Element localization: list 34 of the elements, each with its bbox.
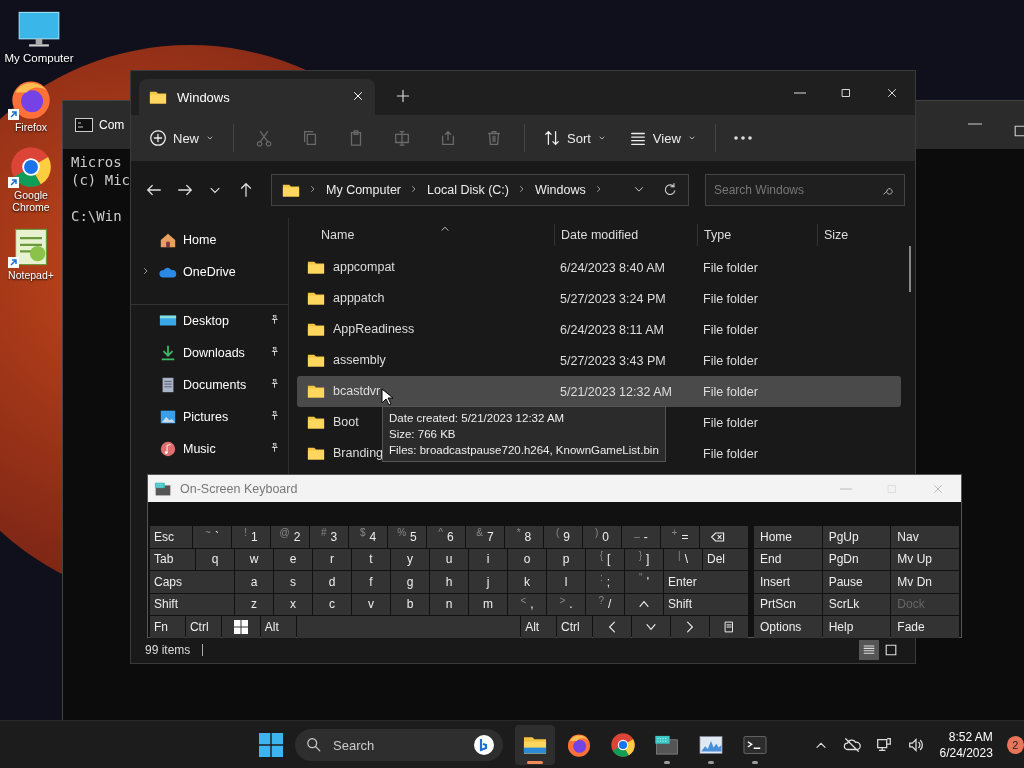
date-cell-text: 5/27/2023 3:24 PM (559, 291, 667, 306)
file-name: apppatch (333, 291, 385, 306)
date-cell-text: 5/27/2023 3:43 PM (559, 353, 667, 368)
type-cell-text: File folder (702, 260, 759, 275)
tooltip-line: Date created: 5/21/2023 12:32 AM (389, 411, 566, 426)
date-cell-text: 5/21/2023 12:32 AM (559, 384, 673, 399)
type-cell-text: File folder (702, 291, 759, 306)
console-prompt: C:\Win (71, 207, 122, 225)
type-cell-text: File folder (702, 446, 759, 461)
file-name: appcompat (333, 260, 395, 275)
file-name: Branding (333, 446, 384, 461)
type-cell-text: File folder (702, 322, 759, 337)
date-cell-text: 6/24/2023 8:40 AM (559, 260, 666, 275)
nav-item-label: Pictures (183, 410, 229, 424)
nav-item-label: Desktop (183, 314, 229, 328)
nav-item-label: Music (183, 442, 216, 456)
window-title: On-Screen Keyboard (180, 481, 298, 496)
type-cell-text: File folder (702, 415, 759, 430)
console-line: Micros (71, 153, 122, 171)
item-count: 99 items (145, 643, 191, 657)
file-name: assembly (333, 353, 386, 368)
file-name: AppReadiness (333, 322, 415, 337)
type-cell-text: File folder (702, 384, 759, 399)
file-name: bcastdvr (333, 384, 381, 399)
tooltip-line: Files: broadcastpause720.h264, KnownGameList.bin (389, 443, 659, 458)
tooltip-line: Size: 766 KB (389, 427, 457, 442)
nav-item-label: Home (183, 233, 217, 247)
type-cell-text: File folder (702, 353, 759, 368)
nav-item-label: OneDrive (183, 265, 236, 279)
file-name: Boot (333, 415, 359, 430)
console-line: (c) Mic (71, 171, 130, 189)
date-cell-text: 6/24/2023 8:11 AM (559, 322, 666, 337)
nav-item-label: Documents (183, 378, 247, 392)
nav-item-label: Downloads (183, 346, 245, 360)
